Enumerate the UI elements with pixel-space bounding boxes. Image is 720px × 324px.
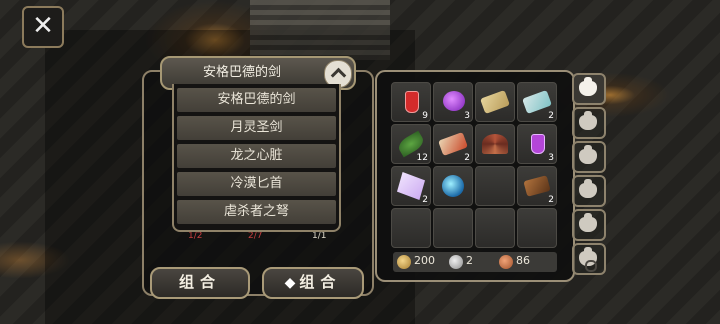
inventory-slot[interactable]: 3: [433, 82, 473, 122]
recipe-option[interactable]: 安格巴德的剑: [177, 88, 336, 112]
bag-icon: [579, 111, 597, 130]
bag-icon: [579, 213, 597, 232]
item-count: 2: [464, 153, 470, 163]
crystal-icon: [397, 172, 425, 200]
item-count: 2: [548, 195, 554, 205]
brown-scroll-icon: [523, 175, 551, 197]
inventory-slot[interactable]: 12: [391, 124, 431, 164]
gold-scroll-icon: [480, 90, 510, 114]
inventory-slot[interactable]: 3: [517, 124, 557, 164]
bag-tab-4[interactable]: [572, 175, 606, 207]
close-button[interactable]: ✕: [22, 6, 64, 48]
item-count: 2: [422, 195, 428, 205]
gem-combine-button[interactable]: ◆ 组合: [262, 267, 364, 299]
silver-coin-icon: [449, 255, 463, 269]
inventory-slot[interactable]: 2: [517, 166, 557, 206]
gem-combine-label: 组合: [299, 273, 342, 291]
bag-tab-quest[interactable]: [572, 243, 606, 275]
silver-amount: 2: [466, 254, 473, 267]
inventory-slot-empty[interactable]: [475, 208, 515, 248]
gold-coin-icon: [397, 255, 411, 269]
recipe-option[interactable]: 月灵圣剑: [177, 116, 336, 140]
inventory-slot[interactable]: 9: [391, 82, 431, 122]
purple-potion-icon: [443, 91, 465, 111]
red-potion-icon: [405, 91, 419, 113]
copper-amount: 86: [516, 254, 530, 267]
ingredient-counter-1: 1/2: [188, 231, 203, 241]
inventory-slot-empty[interactable]: [433, 208, 473, 248]
bag-tab-1[interactable]: [572, 73, 606, 105]
inventory-slot[interactable]: [475, 82, 515, 122]
combine-label: 组合: [178, 273, 221, 291]
inventory-slot[interactable]: 2: [391, 166, 431, 206]
ingredient-counter-3: 1/1: [312, 231, 327, 241]
inventory-slot-empty[interactable]: [475, 166, 515, 206]
combine-button[interactable]: 组合: [150, 267, 250, 299]
item-count: 3: [464, 111, 470, 121]
inventory-slot[interactable]: [433, 166, 473, 206]
small-purple-potion-icon: [531, 134, 545, 154]
bag-icon: [579, 145, 597, 164]
shell-icon: [482, 134, 508, 154]
copper-coin-icon: [499, 255, 513, 269]
quest-bag-icon: [579, 247, 597, 272]
inventory-slot[interactable]: 2: [517, 82, 557, 122]
currency-bar: 200 2 86: [393, 252, 557, 272]
gold-amount: 200: [414, 254, 435, 267]
item-count: 9: [422, 111, 428, 121]
diamond-icon: ◆: [284, 275, 296, 291]
inventory-slot-empty[interactable]: [391, 208, 431, 248]
inventory-slot[interactable]: [475, 124, 515, 164]
bag-icon: [579, 77, 597, 96]
recipe-option[interactable]: 冷漠匕首: [177, 172, 336, 196]
bag-tab-5[interactable]: [572, 209, 606, 241]
item-count: 12: [416, 153, 428, 163]
inventory-panel: 9 3 2 12 2 3 2 2 200 2 86: [375, 70, 575, 282]
blue-orb-icon: [442, 175, 464, 197]
ingredient-counter-2: 2/7: [248, 231, 263, 241]
close-x-icon: ✕: [32, 11, 54, 41]
bag-icon: [579, 179, 597, 198]
item-count: 3: [548, 153, 554, 163]
inventory-slot[interactable]: 2: [433, 124, 473, 164]
inventory-slot-empty[interactable]: [517, 208, 557, 248]
recipe-option[interactable]: 龙之心脏: [177, 144, 336, 168]
item-count: 2: [548, 111, 554, 121]
recipe-dropdown-list: 安格巴德的剑 月灵圣剑 龙之心脏 冷漠匕首 虐杀者之弩: [172, 84, 341, 232]
recipe-option[interactable]: 虐杀者之弩: [177, 200, 336, 224]
bag-tab-3[interactable]: [572, 141, 606, 173]
bag-tab-2[interactable]: [572, 107, 606, 139]
